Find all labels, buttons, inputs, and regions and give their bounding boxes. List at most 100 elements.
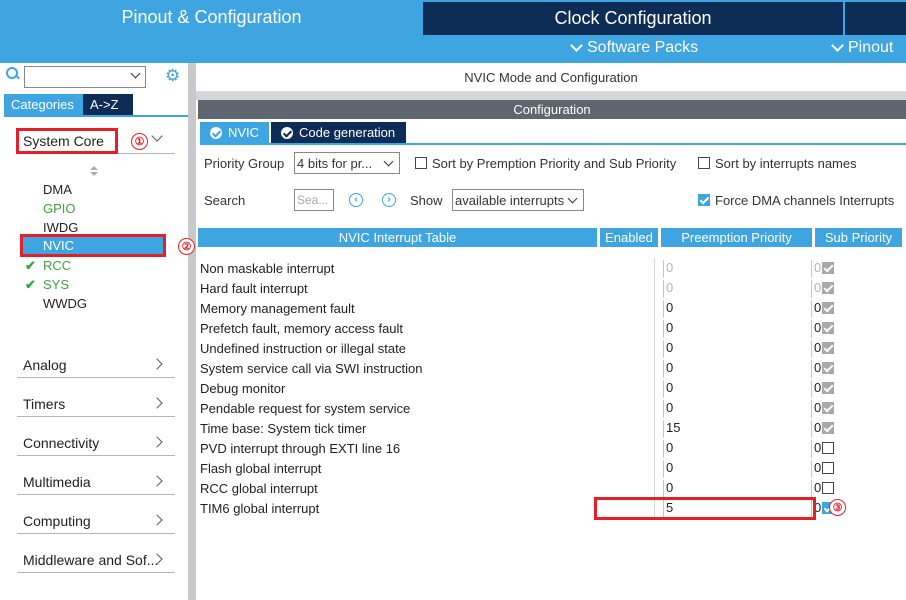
enabled-checkbox <box>822 422 834 434</box>
chevron-down-icon <box>570 39 583 52</box>
sub-priority-cell[interactable]: 0 <box>811 340 821 358</box>
preemption-priority-cell[interactable]: 0 <box>663 400 813 418</box>
pinout-menu[interactable]: Pinout <box>831 39 894 57</box>
enabled-checkbox[interactable] <box>822 442 834 454</box>
search-input[interactable]: Sea... <box>294 189 334 211</box>
group-label: Analog <box>23 356 67 373</box>
sub-priority-cell[interactable]: 0 <box>811 320 821 338</box>
search-next-icon[interactable]: › <box>382 193 396 207</box>
table-row[interactable]: Flash global interrupt 0 0 <box>198 458 906 478</box>
sidebar-item-sys[interactable]: SYS <box>43 277 69 292</box>
table-row[interactable]: Undefined instruction or illegal state 0 0 <box>198 338 906 358</box>
search-combo[interactable] <box>24 66 146 88</box>
table-row[interactable]: Time base: System tick timer 15 0 <box>198 418 906 438</box>
preemption-priority-cell[interactable]: 15 <box>663 420 813 438</box>
sort-names-checkbox[interactable] <box>698 157 710 169</box>
sub-priority-cell[interactable]: 0 <box>811 380 821 398</box>
pinout-label: Pinout <box>848 39 894 56</box>
column-header-enabled[interactable]: Enabled <box>600 228 658 247</box>
table-row[interactable]: Non maskable interrupt 0 0 <box>198 258 906 278</box>
group-connectivity[interactable]: Connectivity <box>17 430 175 456</box>
interrupt-name: Debug monitor <box>200 381 286 396</box>
enabled-cell <box>595 278 655 298</box>
column-header-sub[interactable]: Sub Priority <box>815 228 902 247</box>
annotation-badge: ③ <box>829 499 846 516</box>
tab-pinout-configuration[interactable]: Pinout & Configuration <box>0 0 423 35</box>
preemption-priority-cell[interactable]: 0 <box>663 480 813 498</box>
preemption-priority-cell[interactable]: 0 <box>663 340 813 358</box>
sub-priority-cell[interactable]: 0 <box>811 440 821 458</box>
tab-categories[interactable]: Categories <box>4 94 83 115</box>
sub-priority-cell[interactable]: 0 <box>811 260 821 278</box>
group-middleware[interactable]: Middleware and Sof... <box>17 547 175 573</box>
preemption-priority-cell[interactable]: 0 <box>663 460 813 478</box>
force-dma-checkbox[interactable] <box>698 194 710 206</box>
group-timers[interactable]: Timers <box>17 391 175 417</box>
chevron-right-icon <box>151 397 163 409</box>
sidebar-item-gpio[interactable]: GPIO <box>43 201 76 216</box>
check-icon: ✔ <box>25 258 36 273</box>
group-analog[interactable]: Analog <box>17 352 175 378</box>
sub-priority-cell[interactable]: 0 <box>811 480 821 498</box>
show-select[interactable]: available interrupts <box>452 189 584 211</box>
check-icon: ✔ <box>25 277 36 292</box>
sidebar-item-iwdg[interactable]: IWDG <box>43 220 78 235</box>
search-row <box>6 67 20 81</box>
group-label: Computing <box>23 512 91 529</box>
enabled-checkbox[interactable] <box>822 462 834 474</box>
table-row[interactable]: PVD interrupt through EXTI line 16 0 0 <box>198 438 906 458</box>
sidebar-item-dma[interactable]: DMA <box>43 182 72 197</box>
enabled-checkbox <box>822 362 834 374</box>
config-tabs: NVIC Code generation <box>200 122 406 143</box>
preemption-priority-cell[interactable]: 0 <box>663 440 813 458</box>
interrupt-name: System service call via SWI instruction <box>200 361 423 376</box>
divider <box>196 92 906 100</box>
group-multimedia[interactable]: Multimedia <box>17 469 175 495</box>
table-row[interactable]: Hard fault interrupt 0 0 <box>198 278 906 298</box>
table-row[interactable]: RCC global interrupt 0 0 <box>198 478 906 498</box>
table-row[interactable]: Debug monitor 0 0 <box>198 378 906 398</box>
column-header-preemption[interactable]: Preemption Priority <box>661 228 812 247</box>
sidebar-item-rcc[interactable]: RCC <box>43 258 71 273</box>
table-row[interactable]: Pendable request for system service 0 0 <box>198 398 906 418</box>
sort-indicator-icon[interactable] <box>90 166 98 178</box>
tab-nvic[interactable]: NVIC <box>200 122 269 143</box>
sidebar-item-wwdg[interactable]: WWDG <box>43 296 87 311</box>
show-label: Show <box>410 193 443 208</box>
interrupt-name: Flash global interrupt <box>200 461 322 476</box>
tab-code-generation[interactable]: Code generation <box>271 122 406 143</box>
preemption-priority-cell[interactable]: 0 <box>663 260 813 278</box>
sub-priority-cell[interactable]: 0 <box>811 300 821 318</box>
category-tabs: Categories A->Z <box>4 94 133 115</box>
sort-premption-checkbox[interactable] <box>415 157 427 169</box>
preemption-priority-cell[interactable]: 0 <box>663 380 813 398</box>
enabled-cell <box>595 378 655 398</box>
table-row[interactable]: System service call via SWI instruction 0… <box>198 358 906 378</box>
tab-a-z[interactable]: A->Z <box>83 94 133 115</box>
preemption-priority-cell[interactable]: 0 <box>663 320 813 338</box>
search-prev-icon[interactable]: ‹ <box>349 193 363 207</box>
priority-group-select[interactable]: 4 bits for pr... <box>294 152 400 174</box>
sub-priority-cell[interactable]: 0 <box>811 360 821 378</box>
chevron-down-icon <box>383 156 394 167</box>
sub-priority-cell[interactable]: 0 <box>811 420 821 438</box>
sub-priority-cell[interactable]: 0 <box>811 280 821 298</box>
group-computing[interactable]: Computing <box>17 508 175 534</box>
table-row[interactable]: Prefetch fault, memory access fault 0 0 <box>198 318 906 338</box>
sub-priority-cell[interactable]: 0 <box>811 460 821 478</box>
sub-priority-cell[interactable]: 0 <box>811 400 821 418</box>
gear-icon[interactable]: ⚙ <box>165 67 180 84</box>
preemption-priority-cell[interactable]: 0 <box>663 280 813 298</box>
chevron-down-icon[interactable] <box>130 68 141 79</box>
table-row[interactable]: Memory management fault 0 0 <box>198 298 906 318</box>
tab-clock-configuration[interactable]: Clock Configuration <box>423 2 843 35</box>
panel-splitter[interactable] <box>188 63 196 600</box>
tab-overflow[interactable] <box>845 2 906 35</box>
enabled-checkbox[interactable] <box>822 482 834 494</box>
preemption-priority-cell[interactable]: 0 <box>663 360 813 378</box>
search-icon[interactable] <box>6 67 20 81</box>
software-packs-menu[interactable]: Software Packs <box>570 39 698 57</box>
select-value: 4 bits for pr... <box>297 155 373 171</box>
column-header-name[interactable]: NVIC Interrupt Table <box>198 228 597 247</box>
preemption-priority-cell[interactable]: 0 <box>663 300 813 318</box>
